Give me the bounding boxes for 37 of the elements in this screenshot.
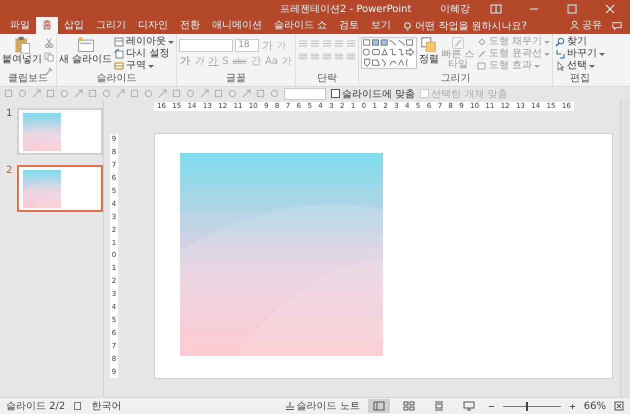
- ribbon-tab[interactable]: 보기: [365, 17, 398, 34]
- new-slide-button[interactable]: 새 슬라이드: [59, 36, 112, 66]
- ribbon-tab[interactable]: 그리기: [90, 17, 132, 34]
- group-label: 글꼴: [225, 73, 248, 85]
- group-label: 그리기: [440, 73, 472, 85]
- ribbon-tab[interactable]: 슬라이드 쇼: [268, 17, 334, 34]
- paste-button[interactable]: 붙여넣기: [2, 36, 42, 66]
- group-label: 슬라이드: [96, 73, 138, 85]
- ribbon-tab[interactable]: 애니메이션: [206, 17, 268, 34]
- group-label: 편집: [569, 73, 592, 85]
- ribbon-tab[interactable]: 파일: [4, 17, 36, 34]
- group-label: 단락: [316, 73, 338, 85]
- ribbon-tab[interactable]: 전환: [174, 17, 206, 34]
- zoom-percent[interactable]: 66%: [584, 400, 606, 412]
- window-title: 프레젠테이션2 - PowerPoint: [280, 3, 412, 16]
- user-name: 이혜강: [440, 3, 470, 16]
- ribbon-tab[interactable]: 검토: [333, 17, 366, 34]
- select-button[interactable]: 선택: [555, 60, 606, 72]
- find-button[interactable]: 찾기: [555, 36, 606, 48]
- font-size-field[interactable]: 18: [235, 39, 260, 52]
- replace-button[interactable]: 바꾸기: [555, 48, 606, 60]
- ribbon-tab[interactable]: 삽입: [58, 17, 90, 34]
- slide-counter: 슬라이드 2/2: [6, 400, 66, 413]
- ribbon-tab[interactable]: 홈: [36, 17, 58, 34]
- slide-number: 1: [6, 108, 12, 121]
- slide-number: 2: [6, 165, 12, 178]
- ribbon-tab[interactable]: 디자인: [132, 17, 174, 34]
- reset-button[interactable]: 다시 설정: [114, 48, 174, 60]
- group-label: 클립보드: [7, 73, 49, 85]
- fit-slide-checkbox[interactable]: 슬라이드에 맞춤: [331, 86, 416, 100]
- share-button[interactable]: 공유: [570, 18, 602, 34]
- layout-button[interactable]: 레이아웃: [114, 36, 174, 48]
- section-button[interactable]: 구역: [114, 60, 174, 72]
- arrange-button[interactable]: 정렬: [418, 36, 439, 66]
- language-label[interactable]: 한국어: [91, 399, 122, 413]
- tell-me-field[interactable]: 어떤 작업을 원하시나요?: [403, 21, 556, 34]
- notes-button[interactable]: 슬라이드 노트: [284, 399, 360, 413]
